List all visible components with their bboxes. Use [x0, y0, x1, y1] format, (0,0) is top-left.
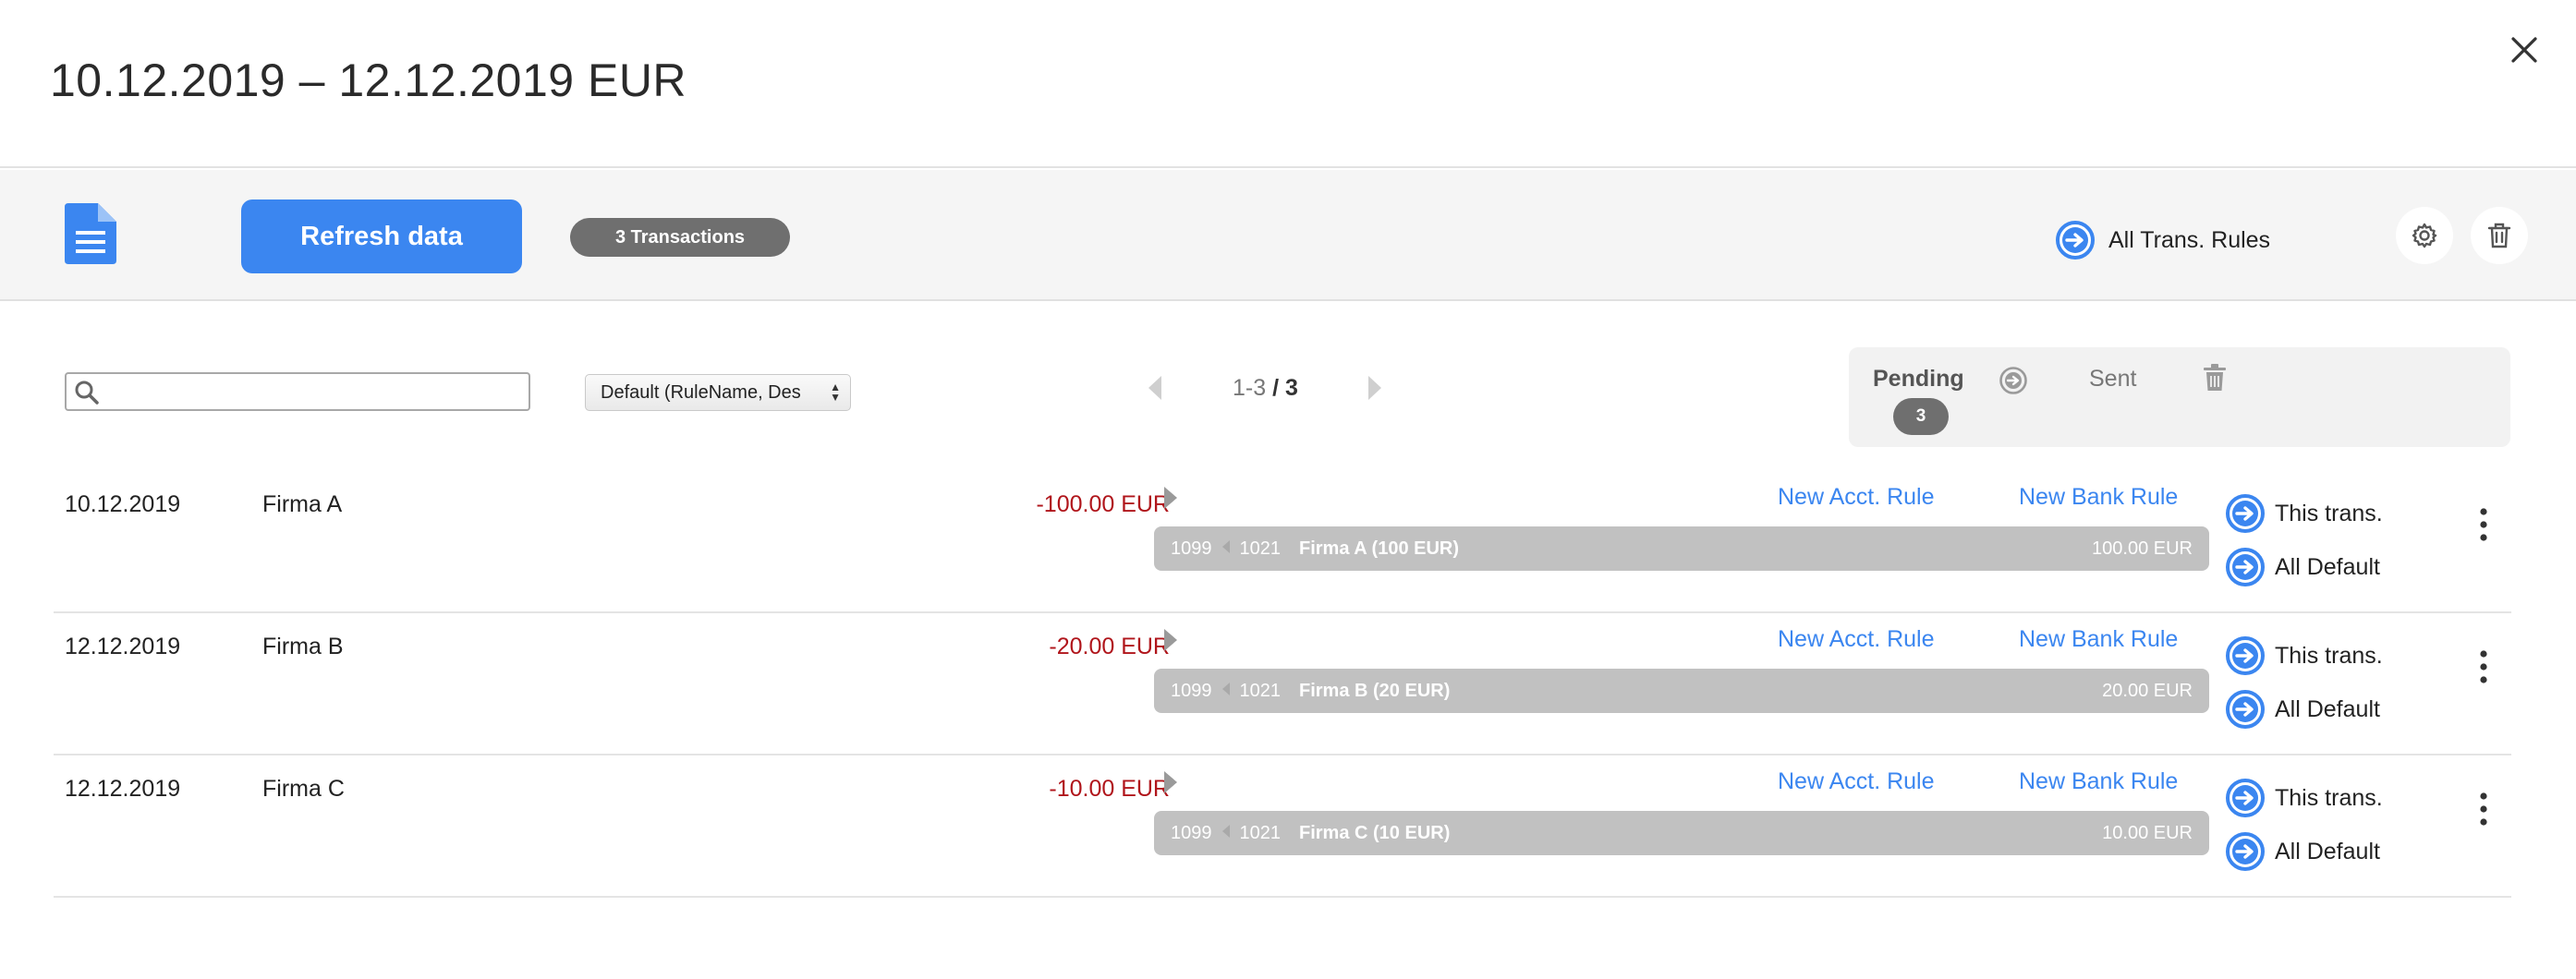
settings-button[interactable]	[2396, 207, 2453, 264]
pager-range: 1-3	[1233, 375, 1267, 401]
modal-header: 10.12.2019 – 12.12.2019 EUR	[0, 0, 2576, 168]
rule-name: Firma C (10 EUR)	[1299, 822, 1451, 843]
transaction-name: Firma B	[262, 634, 344, 659]
all-trans-rules-button[interactable]: All Trans. Rules	[2055, 220, 2270, 260]
more-options-icon[interactable]	[2473, 648, 2495, 685]
transaction-amount: -20.00 EUR	[1049, 634, 1170, 659]
expand-button[interactable]	[1162, 628, 1179, 657]
arrow-circle-icon	[1999, 367, 2027, 394]
prev-page-button[interactable]	[1146, 374, 1164, 406]
transaction-date: 10.12.2019	[65, 491, 181, 517]
table-row: 12.12.2019 Firma C -10.00 EUR New Acct. …	[54, 755, 2511, 898]
pending-count-badge: 3	[1893, 398, 1949, 435]
chevron-left-icon	[1148, 376, 1161, 400]
rule-amount: 20.00 EUR	[2102, 680, 2193, 701]
status-tabs: Pending 3 Sent	[1849, 347, 2510, 447]
rule-account-to: 1021	[1239, 680, 1282, 701]
new-bank-rule-link[interactable]: New Bank Rule	[2019, 768, 2178, 795]
this-trans-label: This trans.	[2275, 642, 2383, 669]
all-default-label: All Default	[2275, 553, 2380, 580]
new-acct-rule-link[interactable]: New Acct. Rule	[1778, 626, 1935, 653]
expand-button[interactable]	[1162, 486, 1179, 514]
sort-select[interactable]: Default (RuleName, Des ▲ ▼	[585, 374, 851, 411]
caret-left-icon	[1221, 823, 1231, 844]
tab-sent[interactable]: Sent	[2089, 366, 2136, 393]
gear-icon	[2412, 223, 2437, 248]
close-icon[interactable]	[2508, 33, 2541, 66]
this-trans-label: This trans.	[2275, 500, 2383, 526]
caret-right-icon	[1164, 771, 1177, 793]
arrow-circle-icon	[2226, 832, 2265, 871]
arrow-circle-icon	[2226, 548, 2265, 586]
rule-name: Firma B (20 EUR)	[1299, 680, 1451, 701]
send-button[interactable]	[1999, 366, 2028, 400]
page-title: 10.12.2019 – 12.12.2019 EUR	[50, 54, 687, 106]
rule-bar[interactable]: 1099 1021 Firma A (100 EUR) 100.00 EUR	[1154, 526, 2209, 571]
rule-bar[interactable]: 1099 1021 Firma B (20 EUR) 20.00 EUR	[1154, 669, 2209, 713]
caret-left-icon	[1221, 538, 1231, 560]
rule-amount: 10.00 EUR	[2102, 822, 2193, 843]
search-field	[65, 372, 530, 411]
apply-this-trans-button[interactable]: This trans.	[2225, 778, 2383, 818]
all-default-label: All Default	[2275, 695, 2380, 722]
all-default-label: All Default	[2275, 838, 2380, 864]
rule-account-to: 1021	[1239, 822, 1282, 843]
transactions-count-badge: 3 Transactions	[570, 218, 790, 257]
rule-name: Firma A (100 EUR)	[1299, 538, 1460, 559]
apply-all-default-button[interactable]: All Default	[2225, 547, 2380, 587]
apply-all-default-button[interactable]: All Default	[2225, 831, 2380, 872]
transaction-amount: -10.00 EUR	[1049, 776, 1170, 802]
transaction-date: 12.12.2019	[65, 634, 181, 659]
rule-account-from: 1099	[1171, 680, 1212, 701]
table-row: 10.12.2019 Firma A -100.00 EUR New Acct.…	[54, 471, 2511, 613]
table-row: 12.12.2019 Firma B -20.00 EUR New Acct. …	[54, 613, 2511, 755]
arrow-circle-icon	[2226, 690, 2265, 729]
refresh-data-button[interactable]: Refresh data	[241, 199, 522, 273]
this-trans-label: This trans.	[2275, 784, 2383, 811]
new-bank-rule-link[interactable]: New Bank Rule	[2019, 626, 2178, 653]
document-icon[interactable]	[65, 203, 116, 264]
tab-pending[interactable]: Pending	[1873, 366, 1964, 393]
new-acct-rule-link[interactable]: New Acct. Rule	[1778, 768, 1935, 795]
select-arrows-icon: ▲ ▼	[830, 381, 841, 404]
transaction-name: Firma C	[262, 776, 345, 802]
rule-account-from: 1099	[1171, 822, 1212, 843]
rule-account-to: 1021	[1239, 538, 1282, 559]
next-page-button[interactable]	[1366, 374, 1384, 406]
new-bank-rule-link[interactable]: New Bank Rule	[2019, 484, 2178, 511]
apply-all-default-button[interactable]: All Default	[2225, 689, 2380, 730]
pager-total: / 3	[1272, 375, 1298, 401]
caret-right-icon	[1164, 487, 1177, 509]
all-trans-rules-label: All Trans. Rules	[2108, 226, 2271, 253]
trash-icon	[2204, 364, 2226, 391]
rule-account-from: 1099	[1171, 538, 1212, 559]
rule-amount: 100.00 EUR	[2092, 538, 2193, 559]
trash-icon	[2487, 223, 2511, 248]
arrow-circle-icon	[2226, 494, 2265, 533]
arrow-circle-icon	[2226, 636, 2265, 675]
sort-selected-value: Default (RuleName, Des	[601, 381, 801, 403]
rule-bar[interactable]: 1099 1021 Firma C (10 EUR) 10.00 EUR	[1154, 811, 2209, 855]
delete-button[interactable]	[2471, 207, 2528, 264]
search-icon	[75, 381, 99, 405]
transaction-date: 12.12.2019	[65, 776, 181, 802]
new-acct-rule-link[interactable]: New Acct. Rule	[1778, 484, 1935, 511]
transaction-amount: -100.00 EUR	[1036, 491, 1170, 517]
chevron-right-icon	[1368, 376, 1381, 400]
transaction-name: Firma A	[262, 491, 343, 517]
toolbar: Refresh data 3 Transactions All Trans. R…	[0, 170, 2576, 301]
arrow-circle-icon	[2226, 779, 2265, 817]
expand-button[interactable]	[1162, 770, 1179, 799]
status-delete-button[interactable]	[2202, 363, 2228, 397]
caret-right-icon	[1164, 629, 1177, 651]
search-input[interactable]	[107, 378, 523, 405]
caret-left-icon	[1221, 681, 1231, 702]
more-options-icon[interactable]	[2473, 791, 2495, 828]
apply-this-trans-button[interactable]: This trans.	[2225, 635, 2383, 676]
more-options-icon[interactable]	[2473, 506, 2495, 543]
arrow-circle-icon	[2056, 221, 2095, 260]
apply-this-trans-button[interactable]: This trans.	[2225, 493, 2383, 534]
pager-status: 1-3 / 3	[1233, 375, 1298, 402]
